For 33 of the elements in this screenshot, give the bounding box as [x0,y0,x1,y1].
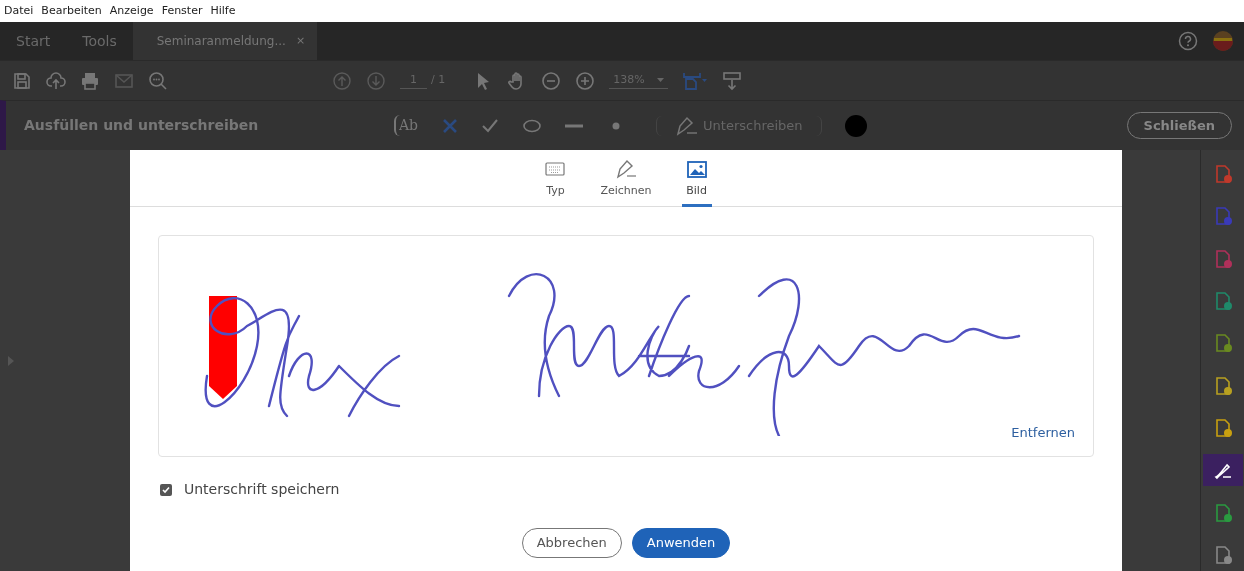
apply-button[interactable]: Anwenden [631,528,731,558]
next-page-icon[interactable] [366,70,386,91]
help-icon[interactable] [1178,31,1198,51]
scroll-mode-icon[interactable] [721,70,742,91]
checkbox-label: Unterschrift speichern [184,480,340,499]
avatar-icon[interactable] [1212,30,1234,52]
color-swatch-icon[interactable] [843,113,868,138]
caret-icon [656,78,664,82]
previous-page-icon[interactable] [332,70,352,91]
signature-mode-tab[interactable]: Typ [540,160,571,207]
signature-mode-tab[interactable]: Zeichnen [596,160,656,207]
search-icon[interactable] [148,70,168,91]
remove-link[interactable]: Entfernen [1011,422,1075,442]
expand-arrow-icon[interactable] [8,355,14,366]
menu-item[interactable]: Hilfe [210,2,236,20]
zoom-out-icon[interactable] [541,70,562,91]
menu-item[interactable]: Bearbeiten [41,2,102,20]
print-icon[interactable] [80,70,100,91]
image-icon [685,160,708,179]
tool-title: Ausfüllen und unterschreiben [24,116,260,135]
zoom-in-icon[interactable] [575,70,596,91]
upload-cloud-icon[interactable] [46,70,66,91]
pen-nib-icon [675,115,700,136]
menu-item[interactable]: Anzeige [109,2,154,20]
cancel-button[interactable]: Abbrechen [521,528,622,558]
signature-mode-tab[interactable]: Bild [681,160,712,207]
save-icon[interactable] [12,70,32,91]
menu-item[interactable]: Datei [4,2,34,20]
menu-item[interactable]: Fenster [161,2,203,20]
pen-icon [615,160,637,179]
keyboard-icon [544,160,567,179]
save-signature-checkbox[interactable] [160,483,172,496]
tool-button[interactable] [1202,454,1243,487]
